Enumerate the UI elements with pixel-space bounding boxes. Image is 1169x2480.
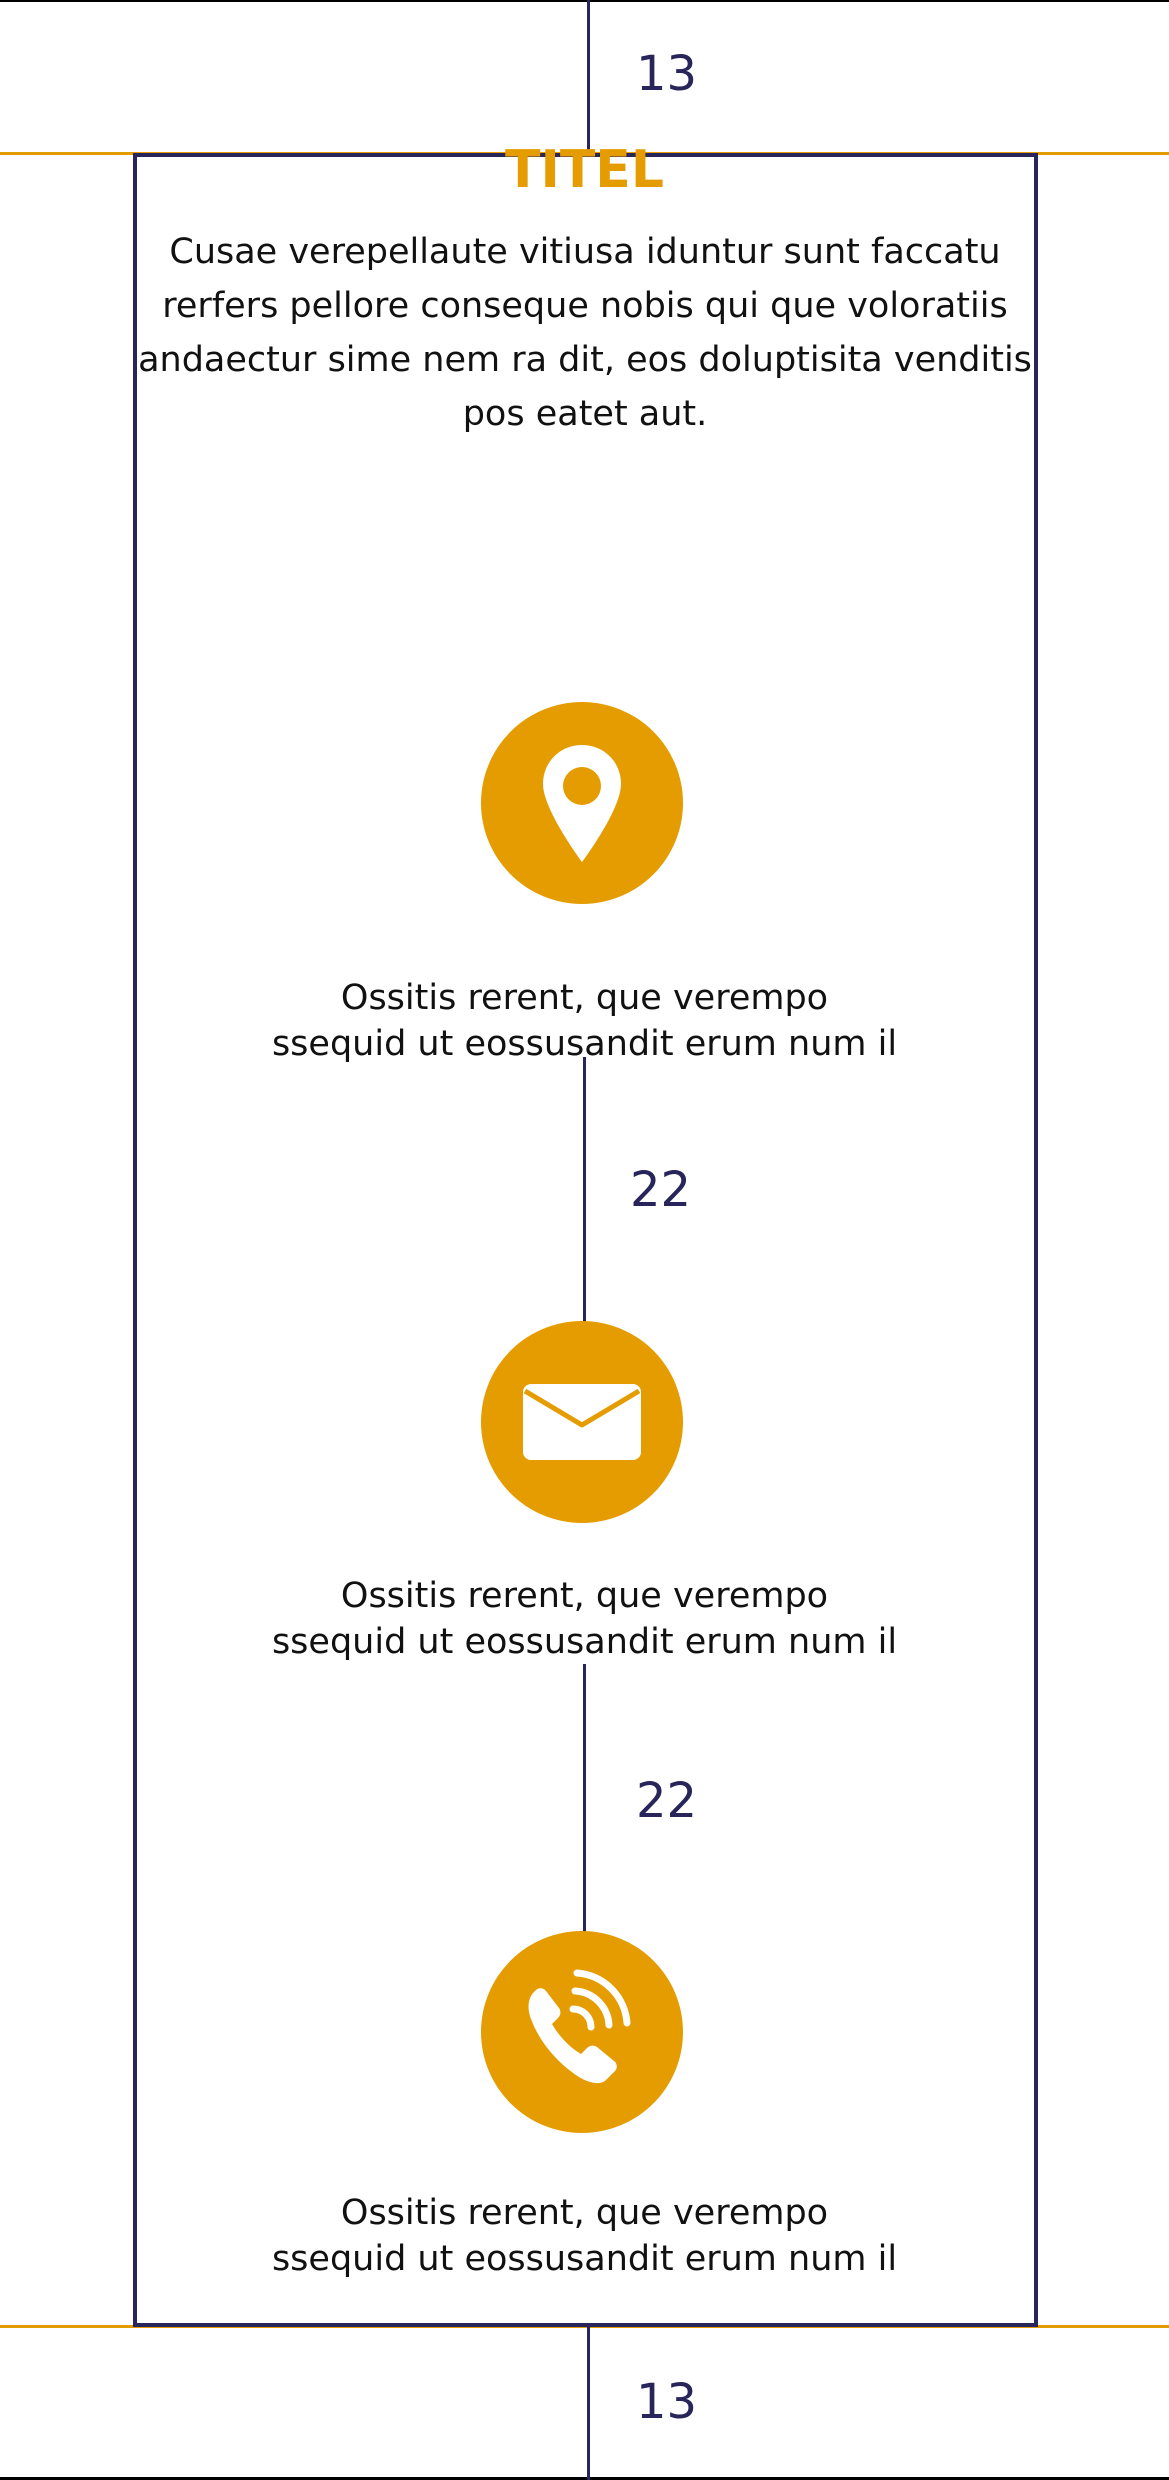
phone-icon	[528, 1969, 631, 2084]
phone-caption: Ossitis rerent, que verempo ssequid ut e…	[0, 2190, 1169, 2282]
phone-caption-line2: ssequid ut eossusandit erum num il	[271, 2239, 898, 2279]
bottom-spacing-label: 13	[636, 2374, 698, 2430]
email-circle	[481, 1321, 683, 1523]
location-pin-icon	[543, 745, 621, 862]
intro-paragraph: Cusae verepellaute vitiusa iduntur sunt …	[138, 232, 1032, 434]
location-caption-line1: Ossitis rerent, que verempo	[340, 978, 829, 1018]
email-caption-line1: Ossitis rerent, que verempo	[340, 1576, 829, 1616]
email-caption: Ossitis rerent, que verempo ssequid ut e…	[0, 1573, 1169, 1665]
email-caption-line2: ssequid ut eossusandit erum num il	[271, 1622, 898, 1662]
phone-caption-line1: Ossitis rerent, que verempo	[340, 2193, 829, 2233]
gap-1-measure-line	[583, 1057, 586, 1322]
location-circle	[481, 702, 683, 904]
top-measure-line	[587, 0, 590, 153]
location-caption: Ossitis rerent, que verempo ssequid ut e…	[0, 975, 1169, 1067]
top-spacing-label: 13	[636, 46, 698, 102]
phone-circle	[481, 1931, 683, 2133]
gap-1-label: 22	[630, 1162, 692, 1218]
envelope-icon	[523, 1384, 641, 1460]
gap-2-label: 22	[636, 1773, 698, 1829]
page-top-edge	[0, 0, 1169, 2]
bottom-measure-line	[587, 2326, 590, 2480]
page-title: TITEL	[505, 140, 664, 188]
gap-2-measure-line	[583, 1664, 586, 1932]
